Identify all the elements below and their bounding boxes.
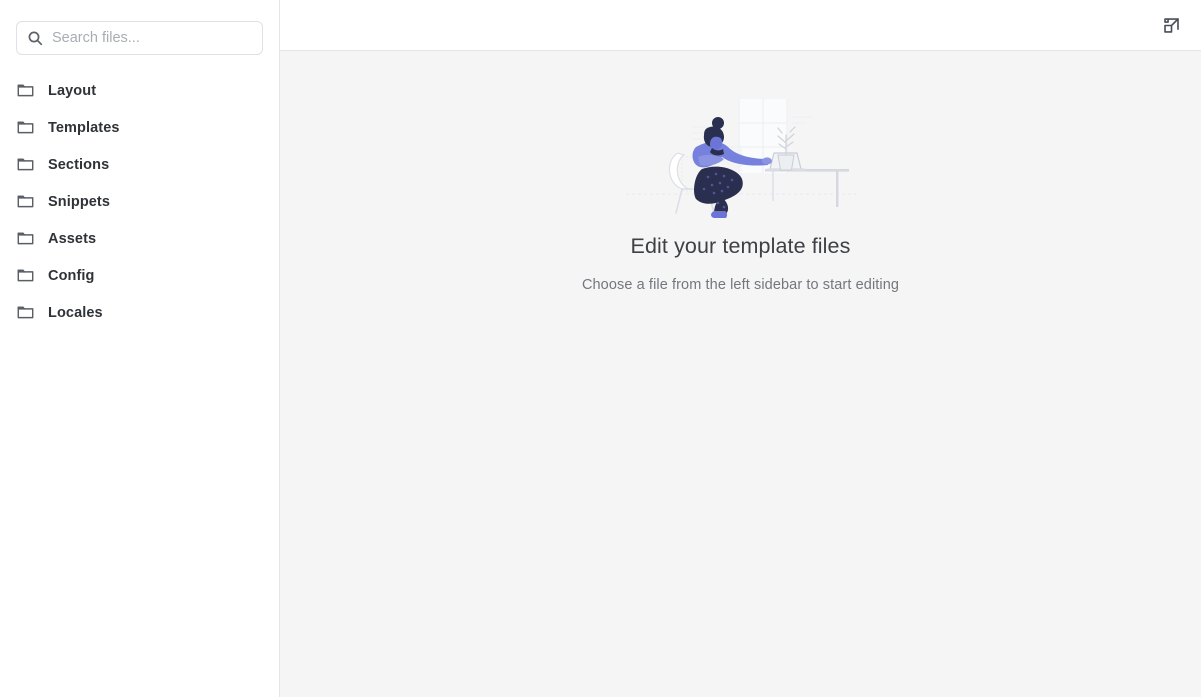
folder-list: Layout Templates Sections Snippets Asset… (0, 72, 279, 331)
folder-icon (16, 155, 35, 174)
sidebar-item-snippets[interactable]: Snippets (0, 183, 279, 220)
folder-icon (16, 229, 35, 248)
search-box[interactable] (16, 21, 263, 55)
person-at-desk-illustration (625, 97, 856, 219)
search-icon (27, 30, 43, 46)
sidebar-item-label: Snippets (48, 193, 111, 210)
sidebar-item-label: Config (48, 267, 95, 284)
folder-icon (16, 266, 35, 285)
sidebar-item-sections[interactable]: Sections (0, 146, 279, 183)
app-window: Layout Templates Secti (0, 0, 1201, 697)
folder-icon (16, 81, 35, 100)
sidebar-item-templates[interactable]: Templates (0, 109, 279, 146)
sidebar-item-assets[interactable]: Assets (0, 220, 279, 257)
folder-icon (16, 192, 35, 211)
sidebar-item-label: Assets (48, 230, 97, 247)
empty-state-title: Edit your template files (630, 234, 851, 258)
folder-icon (16, 118, 35, 137)
sidebar-item-label: Templates (48, 119, 120, 136)
sidebar-item-label: Sections (48, 156, 110, 173)
editor-toolbar (280, 0, 1201, 51)
empty-state-subtitle: Choose a file from the left sidebar to s… (581, 277, 900, 293)
expand-preview-button[interactable] (1156, 10, 1186, 40)
search-input[interactable] (52, 30, 252, 46)
empty-state: Edit your template files Choose a file f… (280, 51, 1201, 697)
sidebar-item-label: Locales (48, 304, 103, 321)
sidebar-item-locales[interactable]: Locales (0, 294, 279, 331)
expand-external-icon (1161, 15, 1182, 36)
sidebar-item-config[interactable]: Config (0, 257, 279, 294)
file-browser-sidebar: Layout Templates Secti (0, 0, 280, 697)
editor-pane: Edit your template files Choose a file f… (280, 0, 1201, 697)
sidebar-item-label: Layout (48, 82, 97, 99)
folder-icon (16, 303, 35, 322)
search-container (0, 0, 279, 55)
sidebar-item-layout[interactable]: Layout (0, 72, 279, 109)
